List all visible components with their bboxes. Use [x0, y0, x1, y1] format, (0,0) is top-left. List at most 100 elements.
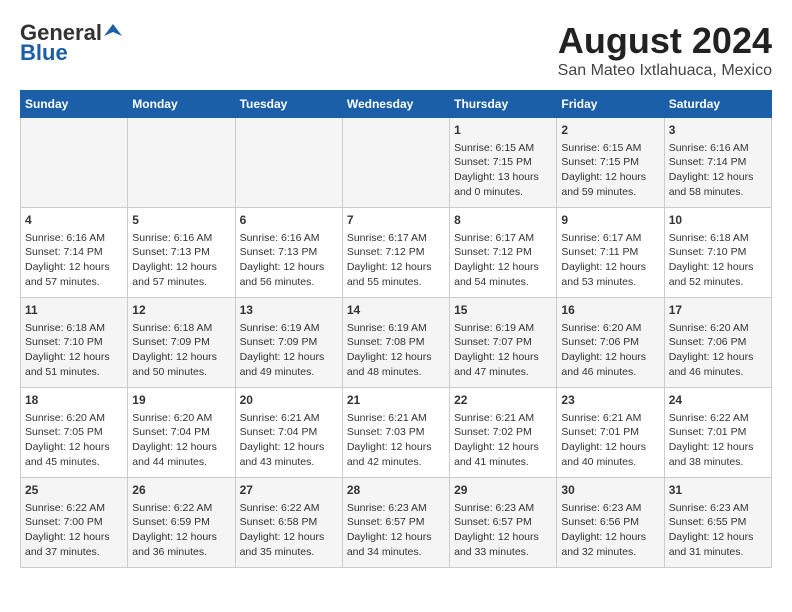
day-number: 4 [25, 212, 123, 229]
day-number: 10 [669, 212, 767, 229]
calendar-cell: 27Sunrise: 6:22 AMSunset: 6:58 PMDayligh… [235, 478, 342, 568]
day-info: Sunrise: 6:23 AM [347, 501, 445, 516]
day-number: 1 [454, 122, 552, 139]
day-info: and 49 minutes. [240, 365, 338, 380]
day-info: Sunset: 7:08 PM [347, 335, 445, 350]
day-info: Sunset: 7:15 PM [454, 155, 552, 170]
calendar-cell: 24Sunrise: 6:22 AMSunset: 7:01 PMDayligh… [664, 388, 771, 478]
day-info: Sunrise: 6:17 AM [561, 231, 659, 246]
day-number: 17 [669, 302, 767, 319]
day-info: Sunset: 7:13 PM [132, 245, 230, 260]
day-info: Daylight: 12 hours [454, 260, 552, 275]
day-info: Sunrise: 6:23 AM [561, 501, 659, 516]
day-info: Sunrise: 6:20 AM [132, 411, 230, 426]
calendar-cell: 26Sunrise: 6:22 AMSunset: 6:59 PMDayligh… [128, 478, 235, 568]
day-info: Sunrise: 6:18 AM [25, 321, 123, 336]
day-number: 29 [454, 482, 552, 499]
day-info: and 42 minutes. [347, 455, 445, 470]
day-info: and 31 minutes. [669, 545, 767, 560]
day-number: 15 [454, 302, 552, 319]
day-info: and 37 minutes. [25, 545, 123, 560]
header-cell-saturday: Saturday [664, 91, 771, 118]
day-number: 21 [347, 392, 445, 409]
day-info: and 57 minutes. [132, 275, 230, 290]
day-number: 7 [347, 212, 445, 229]
day-info: and 50 minutes. [132, 365, 230, 380]
day-info: Daylight: 12 hours [132, 440, 230, 455]
calendar-cell: 17Sunrise: 6:20 AMSunset: 7:06 PMDayligh… [664, 298, 771, 388]
calendar-cell: 16Sunrise: 6:20 AMSunset: 7:06 PMDayligh… [557, 298, 664, 388]
calendar-cell: 12Sunrise: 6:18 AMSunset: 7:09 PMDayligh… [128, 298, 235, 388]
calendar-cell: 2Sunrise: 6:15 AMSunset: 7:15 PMDaylight… [557, 118, 664, 208]
calendar-cell: 10Sunrise: 6:18 AMSunset: 7:10 PMDayligh… [664, 208, 771, 298]
calendar-table: SundayMondayTuesdayWednesdayThursdayFrid… [20, 90, 772, 568]
day-info: and 58 minutes. [669, 185, 767, 200]
day-info: Daylight: 12 hours [561, 170, 659, 185]
day-number: 8 [454, 212, 552, 229]
day-number: 20 [240, 392, 338, 409]
day-info: and 34 minutes. [347, 545, 445, 560]
day-info: Daylight: 13 hours [454, 170, 552, 185]
header-cell-sunday: Sunday [21, 91, 128, 118]
calendar-cell: 21Sunrise: 6:21 AMSunset: 7:03 PMDayligh… [342, 388, 449, 478]
page-header: General Blue August 2024 San Mateo Ixtla… [20, 20, 772, 80]
logo: General Blue [20, 20, 122, 66]
day-info: Daylight: 12 hours [669, 530, 767, 545]
calendar-cell: 29Sunrise: 6:23 AMSunset: 6:57 PMDayligh… [450, 478, 557, 568]
day-info: Daylight: 12 hours [669, 350, 767, 365]
day-info: and 0 minutes. [454, 185, 552, 200]
day-number: 16 [561, 302, 659, 319]
header-cell-friday: Friday [557, 91, 664, 118]
day-info: Sunset: 7:14 PM [25, 245, 123, 260]
day-number: 13 [240, 302, 338, 319]
day-info: and 54 minutes. [454, 275, 552, 290]
day-info: Daylight: 12 hours [454, 440, 552, 455]
day-info: Daylight: 12 hours [240, 440, 338, 455]
day-info: Sunrise: 6:20 AM [669, 321, 767, 336]
day-number: 23 [561, 392, 659, 409]
day-info: Daylight: 12 hours [454, 350, 552, 365]
calendar-cell: 6Sunrise: 6:16 AMSunset: 7:13 PMDaylight… [235, 208, 342, 298]
day-number: 11 [25, 302, 123, 319]
day-number: 25 [25, 482, 123, 499]
day-info: Daylight: 12 hours [561, 350, 659, 365]
day-info: Sunrise: 6:20 AM [25, 411, 123, 426]
day-info: and 35 minutes. [240, 545, 338, 560]
day-info: Sunset: 7:09 PM [132, 335, 230, 350]
day-info: Daylight: 12 hours [240, 530, 338, 545]
day-info: Daylight: 12 hours [240, 350, 338, 365]
week-row-4: 18Sunrise: 6:20 AMSunset: 7:05 PMDayligh… [21, 388, 772, 478]
day-info: Sunset: 7:12 PM [347, 245, 445, 260]
day-info: Sunrise: 6:15 AM [561, 141, 659, 156]
day-number: 31 [669, 482, 767, 499]
day-info: and 40 minutes. [561, 455, 659, 470]
day-info: Sunrise: 6:19 AM [347, 321, 445, 336]
day-info: Sunset: 7:01 PM [669, 425, 767, 440]
calendar-cell [342, 118, 449, 208]
day-info: Sunrise: 6:21 AM [454, 411, 552, 426]
day-number: 14 [347, 302, 445, 319]
day-info: and 56 minutes. [240, 275, 338, 290]
calendar-cell: 15Sunrise: 6:19 AMSunset: 7:07 PMDayligh… [450, 298, 557, 388]
calendar-cell: 28Sunrise: 6:23 AMSunset: 6:57 PMDayligh… [342, 478, 449, 568]
day-info: Sunrise: 6:22 AM [132, 501, 230, 516]
week-row-3: 11Sunrise: 6:18 AMSunset: 7:10 PMDayligh… [21, 298, 772, 388]
day-info: and 38 minutes. [669, 455, 767, 470]
day-info: and 43 minutes. [240, 455, 338, 470]
header-cell-wednesday: Wednesday [342, 91, 449, 118]
day-info: Daylight: 12 hours [561, 260, 659, 275]
day-info: Sunset: 7:01 PM [561, 425, 659, 440]
day-info: and 52 minutes. [669, 275, 767, 290]
day-number: 5 [132, 212, 230, 229]
day-info: Daylight: 12 hours [132, 260, 230, 275]
day-info: Daylight: 12 hours [25, 350, 123, 365]
day-info: Sunrise: 6:23 AM [454, 501, 552, 516]
calendar-cell: 18Sunrise: 6:20 AMSunset: 7:05 PMDayligh… [21, 388, 128, 478]
day-info: Sunset: 6:57 PM [347, 515, 445, 530]
calendar-cell [128, 118, 235, 208]
day-info: Sunset: 7:04 PM [132, 425, 230, 440]
day-number: 3 [669, 122, 767, 139]
day-info: Daylight: 12 hours [347, 350, 445, 365]
day-info: Daylight: 12 hours [240, 260, 338, 275]
day-info: Sunset: 7:04 PM [240, 425, 338, 440]
